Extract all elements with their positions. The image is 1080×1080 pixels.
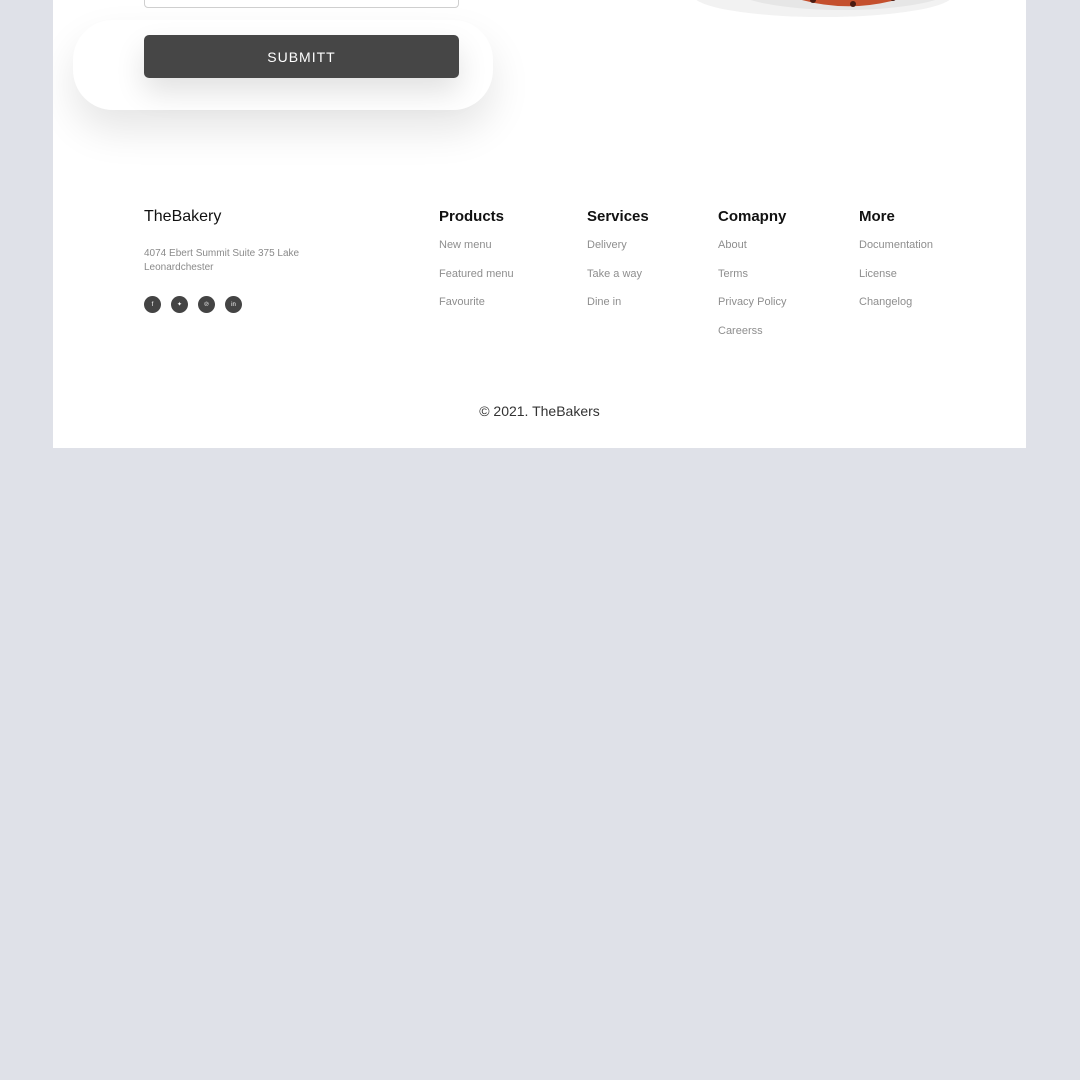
facebook-icon[interactable]: f [144, 296, 161, 313]
page-card: SUBMITT TheBakery 4074 Ebert Summit Suit… [53, 0, 1026, 448]
social-links: f ✦ ℗ in [144, 296, 242, 313]
copyright-text: © 2021. TheBakers [479, 403, 600, 419]
footer-col-company: Comapny About Terms Privacy Policy Caree… [718, 208, 786, 353]
footer-col-services: Services Delivery Take a way Dine in [587, 208, 649, 325]
footer-link[interactable]: Privacy Policy [718, 296, 786, 325]
footer-address: 4074 Ebert Summit Suite 375 Lake Leonard… [144, 248, 300, 273]
footer-link[interactable]: Terms [718, 268, 786, 297]
footer-link[interactable]: Documentation [859, 239, 933, 268]
footer-col-products: Products New menu Featured menu Favourit… [439, 208, 514, 325]
cake-image [696, 0, 950, 17]
footer-link[interactable]: Dine in [587, 296, 649, 325]
footer-link[interactable]: Featured menu [439, 268, 514, 297]
footer-col-title: More [859, 208, 895, 225]
twitter-icon[interactable]: ✦ [171, 296, 188, 313]
footer-brand: TheBakery [144, 208, 222, 225]
form-input[interactable] [144, 0, 459, 8]
linkedin-icon[interactable]: in [225, 296, 242, 313]
footer-col-title: Services [587, 208, 649, 225]
pinterest-icon[interactable]: ℗ [198, 296, 215, 313]
footer-col-title: Comapny [718, 208, 787, 225]
footer-col-title: Products [439, 208, 505, 225]
footer-link[interactable]: Favourite [439, 296, 514, 325]
footer-col-more: More Documentation License Changelog [859, 208, 933, 325]
submit-button[interactable]: SUBMITT [144, 35, 459, 78]
footer-link[interactable]: Changelog [859, 296, 933, 325]
footer-link[interactable]: Delivery [587, 239, 649, 268]
footer-link[interactable]: About [718, 239, 786, 268]
footer-link[interactable]: Take a way [587, 268, 649, 297]
footer-link[interactable]: Careerss [718, 325, 786, 354]
footer-link[interactable]: License [859, 268, 933, 297]
footer-link[interactable]: New menu [439, 239, 514, 268]
